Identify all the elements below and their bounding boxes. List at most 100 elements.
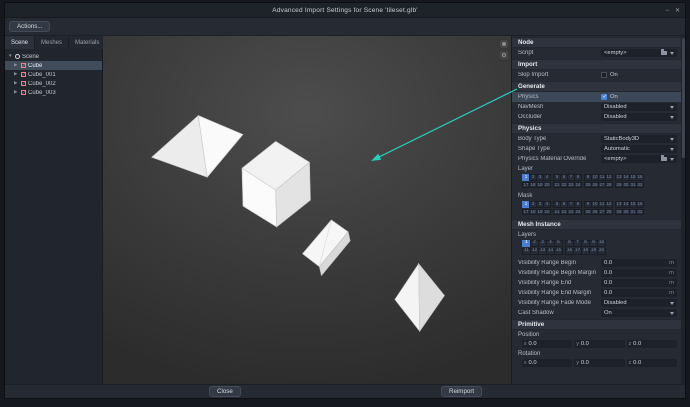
close-icon[interactable]: ✕ <box>675 8 680 14</box>
visibility-range-rows: Visibility Range Begin 0.0 m Visibility … <box>512 258 681 298</box>
close-button[interactable]: Close <box>209 386 241 397</box>
script-dropdown[interactable]: <empty> <box>601 49 677 57</box>
tree-item[interactable]: ▶ Cube <box>5 61 102 70</box>
chevron-down-icon <box>670 302 674 305</box>
mesh-cube <box>242 141 310 227</box>
layer-label: Layer <box>512 164 681 173</box>
preview-environment-toggle[interactable] <box>500 51 508 59</box>
layer-cell[interactable]: 20 <box>543 182 551 189</box>
layer-cell[interactable]: 10 <box>597 240 606 247</box>
skip-import-checkbox[interactable] <box>601 72 607 78</box>
shape-type-dropdown[interactable]: Automatic <box>601 145 677 153</box>
viewport-toggles <box>500 40 508 59</box>
expand-arrow-icon[interactable]: ▶ <box>14 63 19 68</box>
rotation-vector-row: x 0.0 y 0.0 z 0.0 <box>512 358 681 368</box>
visibility-spinbox[interactable]: 0.0 m <box>601 279 677 287</box>
section-header-import[interactable]: Import <box>512 59 681 70</box>
body-type-dropdown[interactable]: StaticBody3D <box>601 135 677 143</box>
tree-item[interactable]: ▶ Cube_003 <box>5 88 102 97</box>
tree-item-label: Cube <box>28 63 42 69</box>
layer-cell[interactable]: 32 <box>636 209 644 216</box>
expand-arrow-icon[interactable]: ▶ <box>14 81 19 86</box>
layer-cell[interactable]: 24 <box>574 209 582 216</box>
minimize-icon[interactable]: − <box>665 8 669 14</box>
layer-cell[interactable]: 8 <box>574 174 582 181</box>
preview-sunlight-toggle[interactable] <box>500 40 508 48</box>
load-resource-icon[interactable] <box>661 51 667 56</box>
property-row-visibility: Visibility Range End Margin 0.0 m <box>512 288 681 298</box>
panel-tab[interactable]: Materials <box>69 36 106 49</box>
chevron-down-icon <box>670 148 674 151</box>
panel-tab[interactable]: Scene <box>5 36 35 49</box>
position-axis-field[interactable]: y 0.0 <box>574 340 624 348</box>
dialog-titlebar[interactable]: Advanced Import Settings for Scene 'tile… <box>5 3 685 18</box>
property-row-fade-mode: Visibility Range Fade Mode Disabled <box>512 298 681 308</box>
layer-cell[interactable]: 4 <box>543 174 551 181</box>
section-header-node[interactable]: Node <box>512 37 681 48</box>
tree-item[interactable]: ▶ Cube_001 <box>5 70 102 79</box>
collision-mask-grid: 1234567891011121314151617181920212223242… <box>512 200 681 218</box>
environment-icon <box>502 53 506 57</box>
mask-label: Mask <box>512 191 681 200</box>
chevron-down-icon <box>670 158 674 161</box>
dialog-title: Advanced Import Settings for Scene 'tile… <box>272 7 417 14</box>
rotation-axis-field[interactable]: z 0.0 <box>627 359 677 367</box>
property-row-visibility: Visibility Range End 0.0 m <box>512 278 681 288</box>
layer-cell[interactable]: 5 <box>554 240 563 247</box>
layer-cell[interactable]: 12 <box>605 174 613 181</box>
chevron-down-icon <box>670 52 674 55</box>
layer-cell[interactable]: 28 <box>605 182 613 189</box>
layer-cell[interactable]: 12 <box>605 201 613 208</box>
visibility-spinbox[interactable]: 0.0 m <box>601 259 677 267</box>
actions-button[interactable]: Actions... <box>9 21 50 32</box>
layer-cell[interactable]: 16 <box>636 174 644 181</box>
section-header-physics[interactable]: Physics <box>512 123 681 134</box>
collision-layer-grid: 1234567891011121314151617181920212223242… <box>512 173 681 191</box>
tab-label: Materials <box>75 40 99 46</box>
mesh-instance-icon <box>21 90 26 95</box>
layer-cell[interactable]: 32 <box>636 182 644 189</box>
expand-arrow-icon[interactable]: ▶ <box>14 72 19 77</box>
position-axis-field[interactable]: z 0.0 <box>627 340 677 348</box>
layer-cell[interactable]: 15 <box>554 248 563 255</box>
inspector-scrollbar[interactable] <box>681 36 685 384</box>
property-row-visibility: Visibility Range Begin 0.0 m <box>512 258 681 268</box>
expand-arrow-icon[interactable]: ▼ <box>8 54 13 59</box>
scrollbar-thumb[interactable] <box>682 38 685 158</box>
expand-arrow-icon[interactable]: ▶ <box>14 90 19 95</box>
layer-cell[interactable]: 28 <box>605 209 613 216</box>
window-controls: − ✕ <box>665 3 680 18</box>
occluder-dropdown[interactable]: Disabled <box>601 113 677 121</box>
section-header-mesh-instance[interactable]: Mesh Instance <box>512 219 681 230</box>
fade-mode-dropdown[interactable]: Disabled <box>601 299 677 307</box>
reimport-button[interactable]: Reimport <box>441 386 482 397</box>
position-vector-row: x 0.0 y 0.0 z 0.0 <box>512 339 681 349</box>
property-row-occluder: Occluder Disabled <box>512 112 681 122</box>
3d-preview-viewport[interactable] <box>103 36 512 384</box>
rotation-axis-field[interactable]: y 0.0 <box>574 359 624 367</box>
tree-item[interactable]: ▶ Cube_002 <box>5 79 102 88</box>
chevron-down-icon <box>670 106 674 109</box>
visibility-spinbox[interactable]: 0.0 m <box>601 289 677 297</box>
physics-checkbox[interactable] <box>601 94 607 100</box>
section-header-generate[interactable]: Generate <box>512 81 681 92</box>
section-header-primitive[interactable]: Primitive <box>512 319 681 330</box>
load-resource-icon[interactable] <box>661 157 667 162</box>
layer-cell[interactable]: 8 <box>574 201 582 208</box>
panel-tab[interactable]: Meshes <box>35 36 69 49</box>
property-row-script: Script <empty> <box>512 48 681 58</box>
property-row-navmesh: NavMesh Disabled <box>512 102 681 112</box>
cast-shadow-dropdown[interactable]: On <box>601 309 677 317</box>
layer-cell[interactable]: 4 <box>543 201 551 208</box>
visibility-spinbox[interactable]: 0.0 m <box>601 269 677 277</box>
physics-material-dropdown[interactable]: <empty> <box>601 155 677 163</box>
tree-item-scene-root[interactable]: ▼ Scene <box>5 52 102 61</box>
property-row-skip-import: Skip Import On <box>512 70 681 80</box>
layer-cell[interactable]: 16 <box>636 201 644 208</box>
navmesh-dropdown[interactable]: Disabled <box>601 103 677 111</box>
layer-cell[interactable]: 20 <box>543 209 551 216</box>
layer-cell[interactable]: 24 <box>574 182 582 189</box>
position-axis-field[interactable]: x 0.0 <box>522 340 572 348</box>
layer-cell[interactable]: 20 <box>597 248 606 255</box>
rotation-axis-field[interactable]: x 0.0 <box>522 359 572 367</box>
